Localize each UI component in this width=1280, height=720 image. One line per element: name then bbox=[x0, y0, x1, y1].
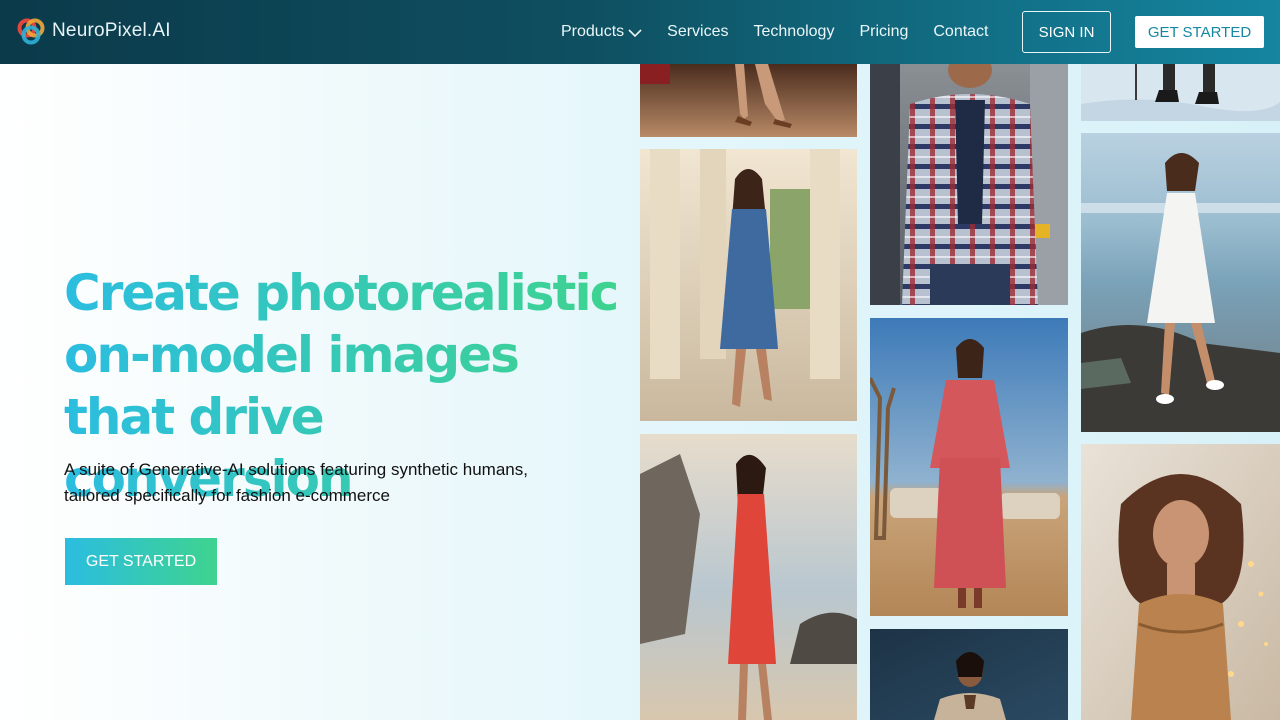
top-navbar: NeuroPixel.AI Products Services Technolo… bbox=[0, 0, 1280, 64]
gallery-image-snow-boots bbox=[1081, 64, 1280, 121]
nav-link-services[interactable]: Services bbox=[667, 23, 728, 41]
gallery-image-pink-outfit-desert bbox=[870, 318, 1068, 616]
nav-link-label: Technology bbox=[753, 23, 835, 40]
nav-link-contact[interactable]: Contact bbox=[933, 23, 988, 41]
nav-link-label: Services bbox=[667, 23, 729, 40]
nav-link-products[interactable]: Products bbox=[561, 23, 642, 41]
get-started-nav-button[interactable]: GET STARTED bbox=[1135, 16, 1264, 48]
gallery-image-red-dress-beach bbox=[640, 434, 857, 720]
nav-links: Products Services Technology Pricing Con… bbox=[561, 0, 1014, 64]
hero-subtitle: A suite of Generative-AI solutions featu… bbox=[64, 460, 528, 505]
gallery-image-saree-dark bbox=[870, 629, 1068, 720]
sign-in-button[interactable]: SIGN IN bbox=[1022, 11, 1111, 53]
nav-link-label: Pricing bbox=[859, 23, 909, 40]
nav-link-technology[interactable]: Technology bbox=[754, 23, 835, 41]
get-started-hero-button[interactable]: GET STARTED bbox=[65, 538, 217, 585]
gallery-image-white-dress-shore bbox=[1081, 133, 1280, 432]
brand-logo[interactable]: NeuroPixel.AI bbox=[16, 16, 171, 46]
brand-name: NeuroPixel.AI bbox=[52, 20, 171, 41]
hero-title-line: on-model images bbox=[64, 326, 518, 384]
nav-link-label: Contact bbox=[933, 23, 989, 40]
gallery-image-bronze-corset bbox=[1081, 444, 1280, 720]
hero-title-line: Create photorealistic bbox=[64, 264, 618, 322]
gallery-image-blue-dress bbox=[640, 149, 857, 421]
gallery-image-plaid-jacket bbox=[870, 64, 1068, 305]
gallery-image-heels-floor bbox=[640, 64, 857, 137]
nav-link-pricing[interactable]: Pricing bbox=[859, 23, 908, 41]
neuropixel-logo-icon bbox=[17, 18, 45, 45]
chevron-down-icon bbox=[628, 29, 642, 38]
nav-link-label: Products bbox=[561, 23, 625, 40]
